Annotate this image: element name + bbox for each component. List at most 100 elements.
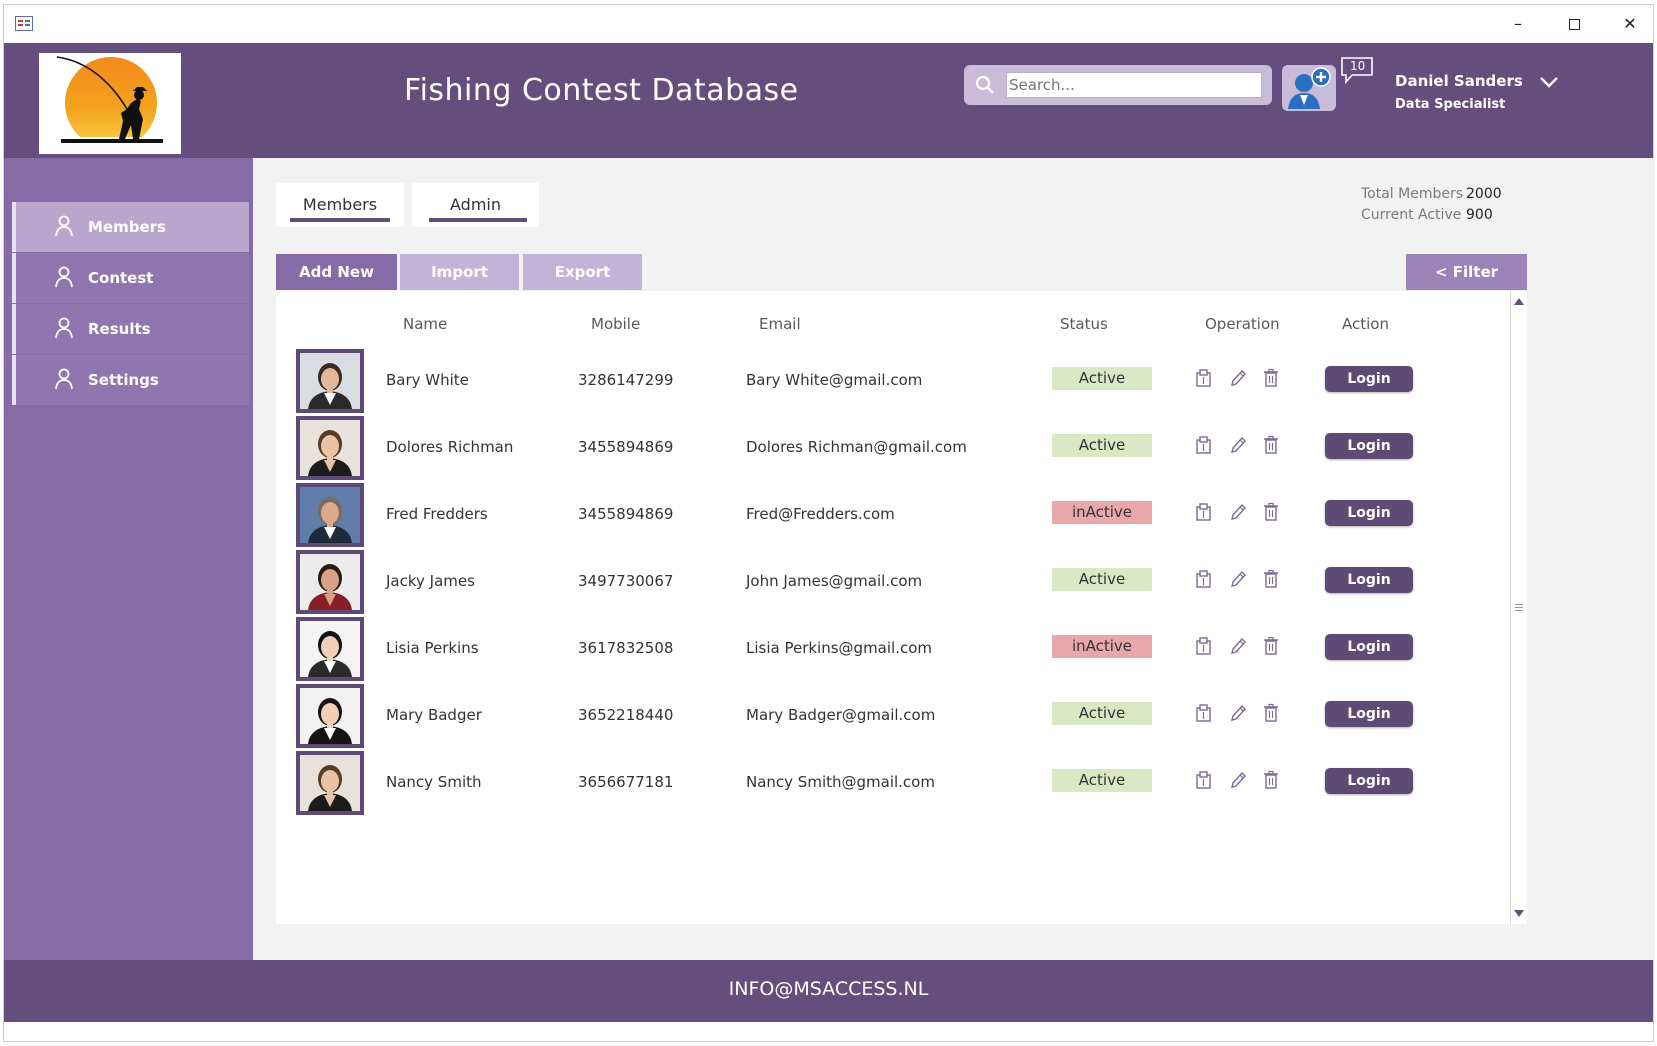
trash-icon[interactable] [1262, 435, 1280, 455]
sidebar-item-label: Contest [88, 269, 154, 287]
sidebar-item-label: Settings [88, 371, 159, 389]
table-row[interactable]: Jacky James 3497730067 John James@gmail.co… [276, 550, 1506, 616]
user-name: Daniel Sanders [1395, 72, 1523, 90]
login-button[interactable]: Login [1325, 768, 1413, 794]
copy-icon[interactable] [1195, 636, 1213, 656]
table-row[interactable]: Nancy Smith 3656677181 Nancy Smith@gmail.c… [276, 751, 1506, 817]
maximize-button[interactable] [1554, 11, 1594, 37]
member-name: Bary White [386, 371, 469, 389]
portrait-image [300, 755, 360, 811]
column-header-mobile: Mobile [591, 315, 641, 333]
table-row[interactable]: Lisia Perkins 3617832508 Lisia Perkins@gma… [276, 617, 1506, 683]
fishing-logo [39, 53, 181, 154]
close-button[interactable]: ✕ [1610, 11, 1650, 37]
edit-pencil-icon[interactable] [1229, 636, 1247, 656]
login-button[interactable]: Login [1325, 567, 1413, 593]
login-button[interactable]: Login [1325, 433, 1413, 459]
sidebar-item-results[interactable]: Results [12, 304, 249, 354]
current-active-value: 900 [1466, 207, 1493, 223]
user-icon [55, 317, 73, 339]
scroll-up-arrow-icon[interactable] [1514, 298, 1524, 305]
status-badge: inActive [1052, 501, 1152, 524]
search-input[interactable] [1006, 72, 1262, 98]
column-header-status: Status [1060, 315, 1108, 333]
member-email: Nancy Smith@gmail.com [746, 773, 935, 791]
copy-icon[interactable] [1195, 770, 1213, 790]
minimize-button[interactable]: – [1498, 11, 1538, 37]
edit-pencil-icon[interactable] [1229, 502, 1247, 522]
trash-icon[interactable] [1262, 703, 1280, 723]
edit-pencil-icon[interactable] [1229, 703, 1247, 723]
member-photo [296, 416, 364, 480]
trash-icon[interactable] [1262, 636, 1280, 656]
app-header: Fishing Contest Database 10 [4, 43, 1653, 158]
member-mobile: 3455894869 [578, 438, 674, 456]
member-mobile: 3286147299 [578, 371, 674, 389]
member-name: Mary Badger [386, 706, 482, 724]
add-new-button[interactable]: Add New [276, 254, 397, 290]
status-badge: Active [1052, 434, 1152, 457]
edit-pencil-icon[interactable] [1229, 368, 1247, 388]
search-box [964, 65, 1272, 105]
chevron-down-icon[interactable] [1538, 73, 1560, 91]
login-button[interactable]: Login [1325, 701, 1413, 727]
sidebar-item-members[interactable]: Members [12, 202, 249, 252]
copy-icon[interactable] [1195, 569, 1213, 589]
member-mobile: 3497730067 [578, 572, 674, 590]
form-app-icon [15, 16, 33, 31]
table-row[interactable]: Dolores Richman 3455894869 Dolores Richman… [276, 416, 1506, 482]
notification-badge[interactable]: 10 [1340, 56, 1374, 84]
table-row[interactable]: Fred Fredders 3455894869 Fred@Fredders.com… [276, 483, 1506, 549]
table-row[interactable]: Bary White 3286147299 Bary White@gmail.com… [276, 349, 1506, 415]
login-button[interactable]: Login [1325, 366, 1413, 392]
app-title: Fishing Contest Database [404, 73, 799, 108]
add-user-button[interactable] [1282, 65, 1336, 111]
login-button[interactable]: Login [1325, 634, 1413, 660]
member-email: Fred@Fredders.com [746, 505, 895, 523]
tab-members[interactable]: Members [276, 183, 404, 227]
portrait-image [300, 353, 360, 409]
user-role: Data Specialist [1395, 97, 1506, 112]
trash-icon[interactable] [1262, 770, 1280, 790]
footer: INFO@MSACCESS.NL [4, 960, 1653, 1022]
copy-icon[interactable] [1195, 502, 1213, 522]
member-photo [296, 483, 364, 547]
sidebar-item-settings[interactable]: Settings [12, 355, 249, 405]
table-row[interactable]: Mary Badger 3652218440 Mary Badger@gmail.c… [276, 684, 1506, 750]
filter-button[interactable]: < Filter [1406, 254, 1527, 290]
portrait-image [300, 420, 360, 476]
trash-icon[interactable] [1262, 569, 1280, 589]
trash-icon[interactable] [1262, 368, 1280, 388]
import-button[interactable]: Import [400, 254, 519, 290]
member-photo [296, 550, 364, 614]
sidebar-item-contest[interactable]: Contest [12, 253, 249, 303]
column-header-operation: Operation [1205, 315, 1280, 333]
copy-icon[interactable] [1195, 703, 1213, 723]
member-email: John James@gmail.com [746, 572, 923, 590]
edit-pencil-icon[interactable] [1229, 435, 1247, 455]
login-button[interactable]: Login [1325, 500, 1413, 526]
export-button[interactable]: Export [523, 254, 642, 290]
vertical-scrollbar[interactable] [1510, 291, 1527, 924]
member-photo [296, 684, 364, 748]
member-photo [296, 751, 364, 815]
member-email: Dolores Richman@gmail.com [746, 438, 967, 456]
scroll-thumb[interactable] [1515, 604, 1523, 611]
trash-icon[interactable] [1262, 502, 1280, 522]
scroll-down-arrow-icon[interactable] [1514, 910, 1524, 917]
status-badge: Active [1052, 568, 1152, 591]
edit-pencil-icon[interactable] [1229, 569, 1247, 589]
copy-icon[interactable] [1195, 368, 1213, 388]
edit-pencil-icon[interactable] [1229, 770, 1247, 790]
copy-icon[interactable] [1195, 435, 1213, 455]
member-photo [296, 349, 364, 413]
member-mobile: 3652218440 [578, 706, 674, 724]
status-badge: Active [1052, 702, 1152, 725]
tab-label: Admin [450, 195, 501, 214]
tab-admin[interactable]: Admin [412, 183, 539, 227]
tab-underline [429, 218, 527, 222]
portrait-image [300, 487, 360, 543]
title-bar: – ✕ [4, 5, 1653, 43]
user-icon [55, 368, 73, 390]
current-active-label: Current Active [1361, 207, 1462, 223]
